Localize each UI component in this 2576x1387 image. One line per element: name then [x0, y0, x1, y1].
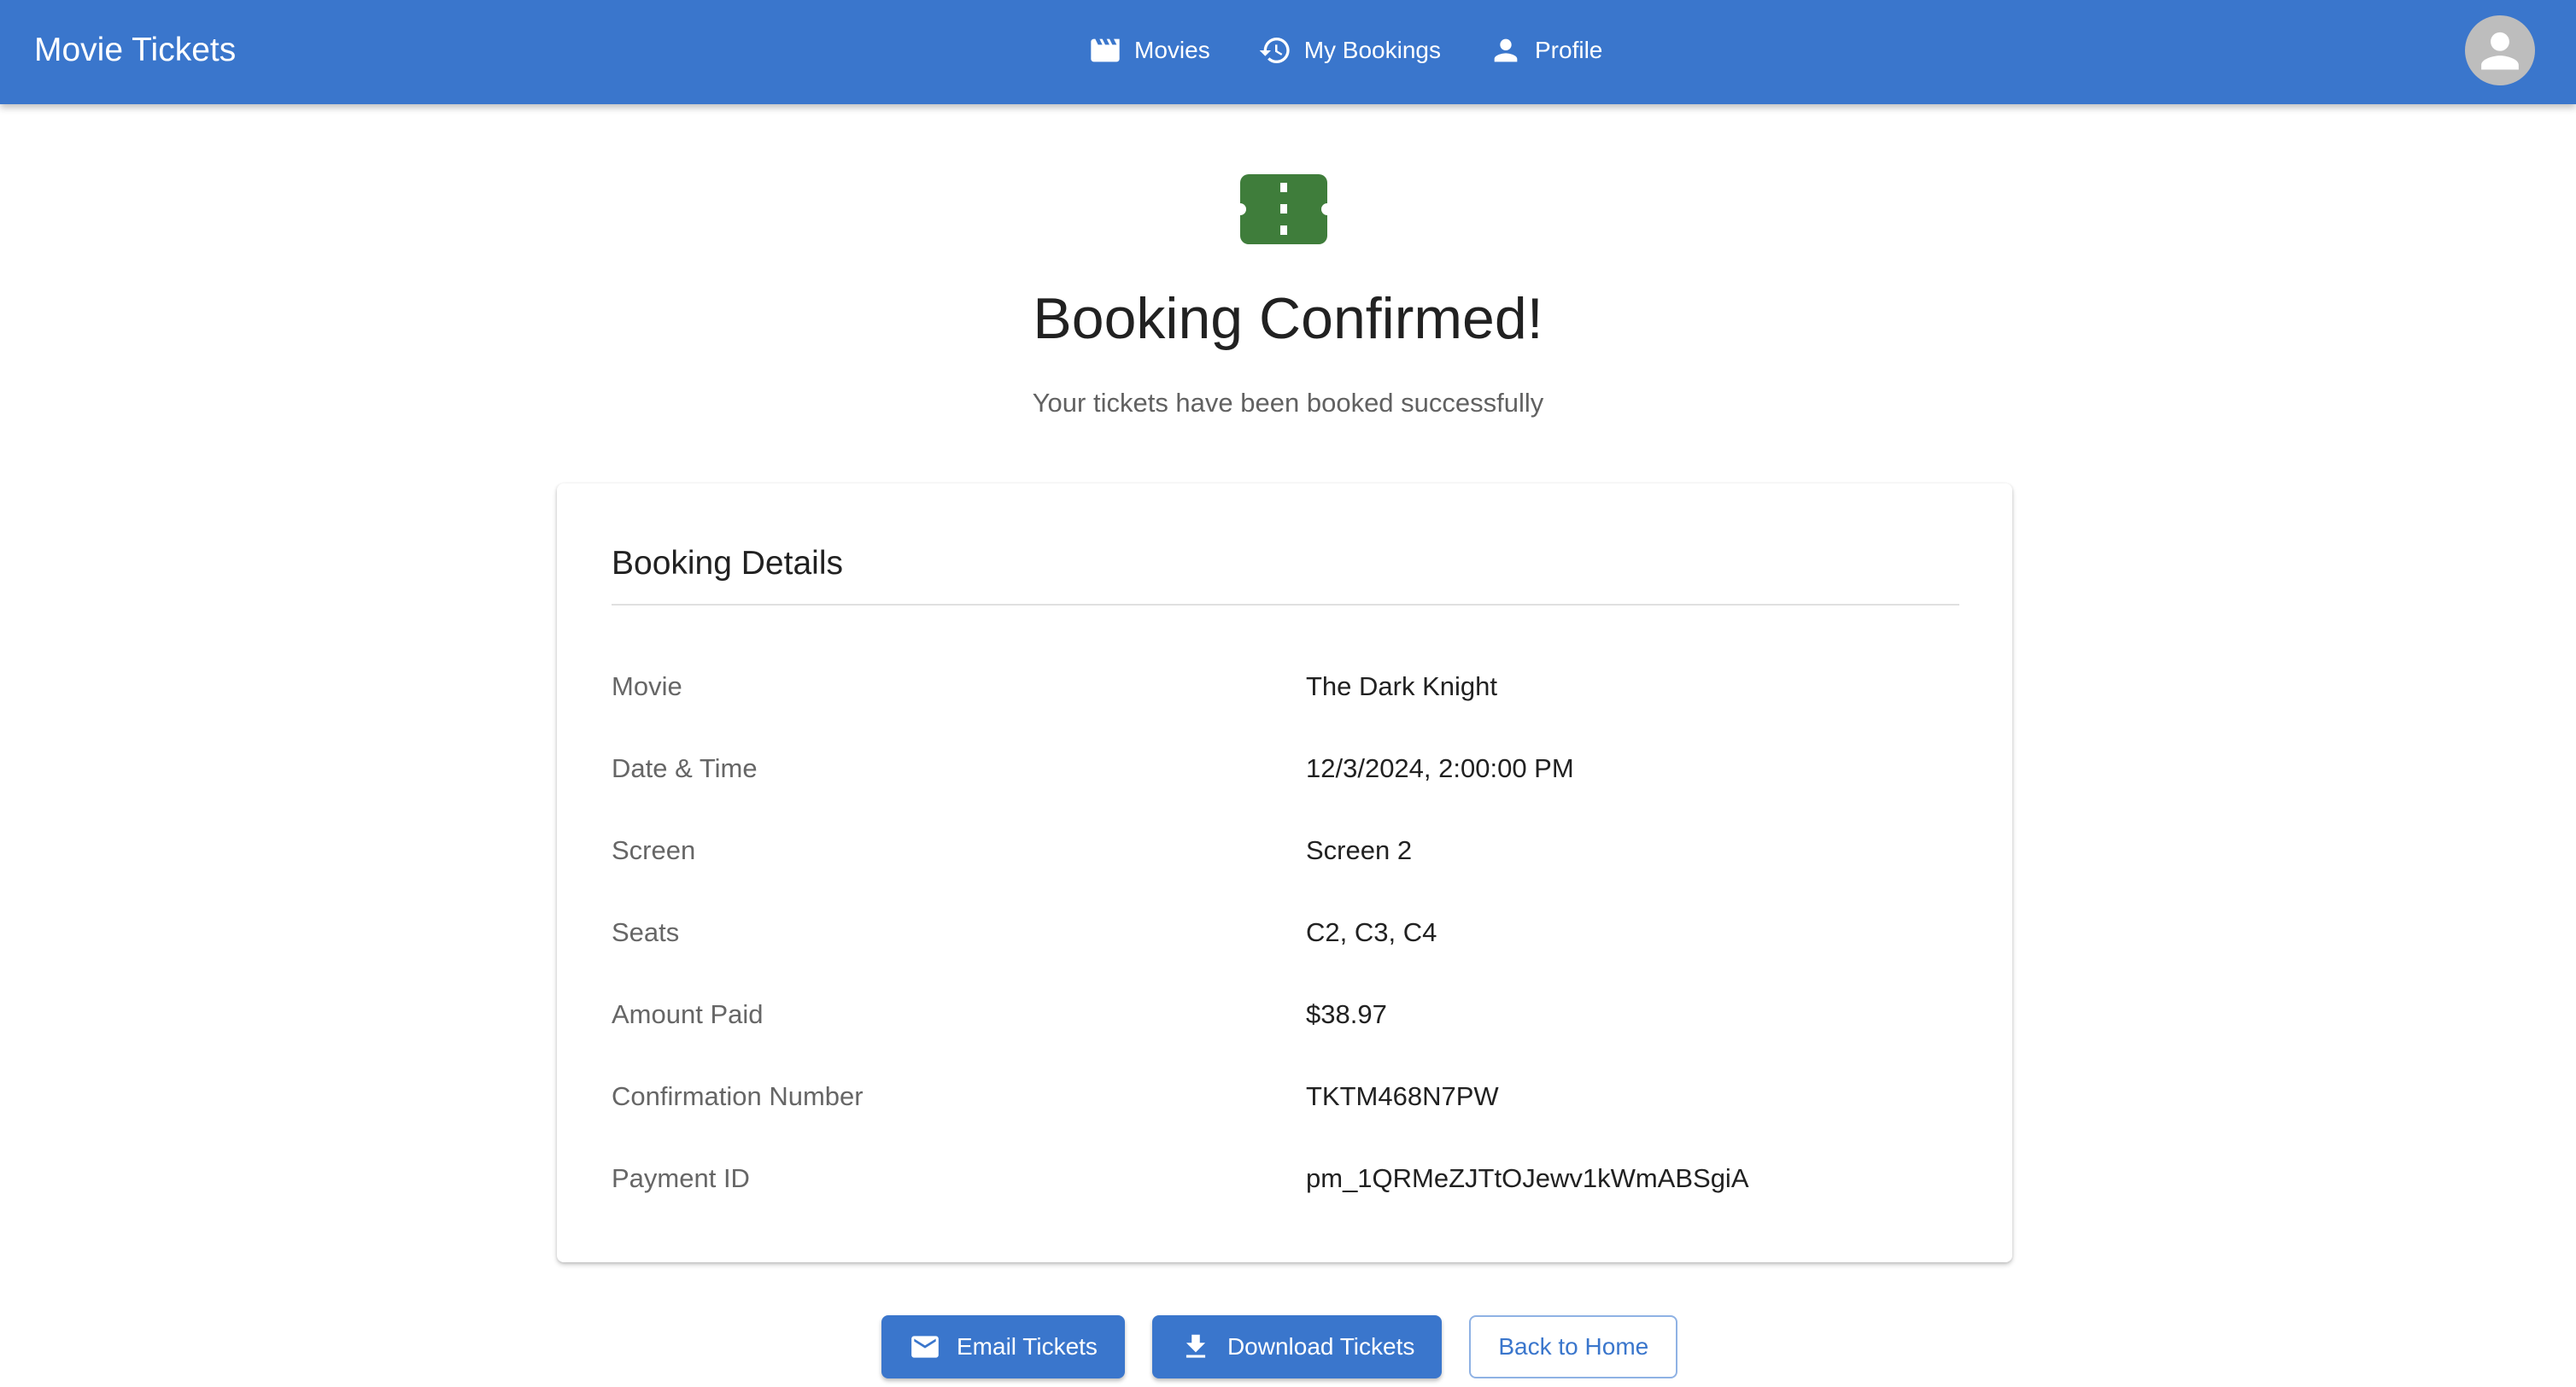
download-icon — [1180, 1331, 1212, 1363]
page-subtitle: Your tickets have been booked successful… — [1032, 388, 1544, 418]
detail-row-screen: Screen Screen 2 — [612, 810, 1959, 892]
detail-row-amount-paid: Amount Paid $38.97 — [612, 974, 1959, 1056]
divider — [612, 604, 1959, 606]
account-avatar[interactable] — [2465, 15, 2535, 85]
back-to-home-label: Back to Home — [1498, 1333, 1649, 1360]
detail-label: Seats — [612, 917, 680, 947]
nav-my-bookings[interactable]: My Bookings — [1244, 26, 1455, 75]
nav-movies-label: Movies — [1134, 37, 1210, 63]
detail-row-seats: Seats C2, C3, C4 — [612, 892, 1959, 974]
detail-row-movie: Movie The Dark Knight — [612, 646, 1959, 728]
account-avatar-icon — [2465, 32, 2535, 85]
detail-label: Movie — [612, 671, 682, 701]
card-title: Booking Details — [612, 545, 843, 582]
detail-row-payment-id: Payment ID pm_1QRMeZJTtOJewv1kWmABSgiA — [612, 1138, 1959, 1220]
person-icon — [1489, 33, 1523, 67]
detail-value: C2, C3, C4 — [1306, 917, 1437, 947]
detail-value: The Dark Knight — [1306, 671, 1497, 701]
action-buttons: Email Tickets Download Tickets Back to H… — [881, 1315, 1678, 1378]
detail-value: 12/3/2024, 2:00:00 PM — [1306, 753, 1574, 783]
history-icon — [1258, 33, 1292, 67]
ticket-icon — [1240, 174, 1327, 244]
email-tickets-button[interactable]: Email Tickets — [881, 1315, 1125, 1378]
download-tickets-label: Download Tickets — [1227, 1333, 1415, 1360]
detail-label: Payment ID — [612, 1163, 750, 1193]
nav-profile-label: Profile — [1535, 37, 1603, 63]
detail-label: Confirmation Number — [612, 1081, 864, 1111]
booking-details-card: Booking Details Movie The Dark Knight Da… — [557, 483, 2012, 1262]
nav-my-bookings-label: My Bookings — [1303, 37, 1441, 63]
page-title: Booking Confirmed! — [1033, 286, 1543, 351]
details-list: Movie The Dark Knight Date & Time 12/3/2… — [612, 646, 1959, 1220]
detail-value: $38.97 — [1306, 999, 1387, 1029]
email-tickets-label: Email Tickets — [957, 1333, 1098, 1360]
detail-value: Screen 2 — [1306, 835, 1413, 865]
detail-value: pm_1QRMeZJTtOJewv1kWmABSgiA — [1306, 1163, 1749, 1193]
detail-label: Date & Time — [612, 753, 758, 783]
app-bar: Movie Tickets Movies My Bookings Profile — [0, 0, 2576, 104]
nav-profile[interactable]: Profile — [1475, 26, 1616, 75]
back-to-home-button[interactable]: Back to Home — [1469, 1315, 1678, 1378]
detail-label: Amount Paid — [612, 999, 764, 1029]
download-tickets-button[interactable]: Download Tickets — [1151, 1315, 1443, 1378]
email-icon — [909, 1331, 941, 1363]
detail-row-confirmation-number: Confirmation Number TKTM468N7PW — [612, 1056, 1959, 1138]
detail-label: Screen — [612, 835, 696, 865]
app-title[interactable]: Movie Tickets — [34, 0, 236, 101]
detail-value: TKTM468N7PW — [1306, 1081, 1499, 1111]
movie-icon — [1088, 33, 1122, 67]
nav-movies[interactable]: Movies — [1074, 26, 1224, 75]
main-nav: Movies My Bookings Profile — [1074, 26, 1616, 75]
detail-row-date-time: Date & Time 12/3/2024, 2:00:00 PM — [612, 728, 1959, 810]
